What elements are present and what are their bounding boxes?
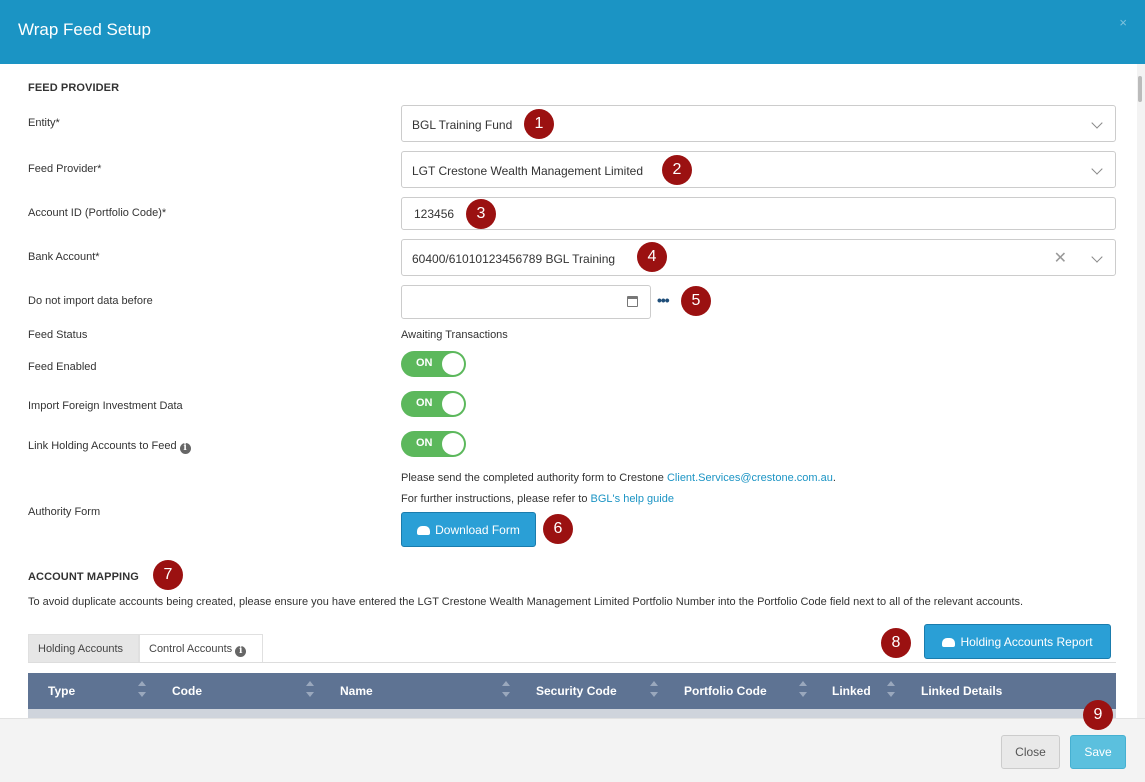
download-form-label: Download Form [435,522,520,537]
crestone-email-link[interactable]: Client.Services@crestone.com.au [667,472,833,484]
callout-4: 4 [637,242,667,272]
account-mapping-heading: ACCOUNT MAPPING [28,571,139,583]
info-icon[interactable]: i [235,646,247,657]
authority-text-1: Please send the completed authority form… [401,472,667,484]
sort-icon[interactable] [887,681,895,701]
authority-form-label: Authority Form [28,506,101,518]
info-icon[interactable]: i [179,443,191,454]
chevron-down-icon [1091,117,1103,129]
authority-instruction-2: For further instructions, please refer t… [401,493,674,505]
callout-1: 1 [524,109,554,139]
toggle-state: ON [416,357,433,369]
feed-provider-label: Feed Provider* [28,163,102,175]
tab-label: Holding Accounts [38,643,123,655]
account-id-label: Account ID (Portfolio Code)* [28,207,167,219]
account-mapping-description: To avoid duplicate accounts being create… [28,596,1024,608]
link-holding-label-text: Link Holding Accounts to Feed [28,440,177,452]
account-id-input[interactable] [401,197,1116,230]
tab-holding-accounts[interactable]: Holding Accounts [28,634,139,663]
close-button[interactable]: Close [1001,735,1060,769]
feed-provider-value: LGT Crestone Wealth Management Limited [412,164,644,178]
feed-provider-heading: FEED PROVIDER [28,82,120,94]
sort-icon[interactable] [306,681,314,701]
import-foreign-toggle[interactable]: ON [401,391,466,417]
sort-icon[interactable] [650,681,658,701]
column-linked[interactable]: Linked [832,684,871,698]
grid-filter-row [28,709,1116,718]
feed-provider-select[interactable]: LGT Crestone Wealth Management Limited [401,151,1116,188]
column-name[interactable]: Name [340,684,373,698]
authority-instruction-1: Please send the completed authority form… [401,472,836,484]
column-code[interactable]: Code [172,684,202,698]
calendar-icon[interactable] [627,296,638,307]
callout-9: 9 [1083,700,1113,730]
modal-footer: Close Save [0,718,1145,782]
authority-text-1-end: . [832,472,836,484]
column-type[interactable]: Type [48,684,75,698]
callout-8: 8 [881,628,911,658]
toggle-knob [442,433,464,455]
chevron-down-icon [1091,163,1103,175]
entity-value: BGL Training Fund [412,118,513,132]
entity-label: Entity* [28,117,60,129]
sort-icon[interactable] [138,681,146,701]
save-button[interactable]: Save [1070,735,1126,769]
scrollbar[interactable] [1137,64,1145,718]
more-options-button[interactable]: ••• [657,292,670,308]
callout-6: 6 [543,514,573,544]
scrollbar-thumb[interactable] [1138,76,1142,102]
toggle-knob [442,353,464,375]
feed-status-value: Awaiting Transactions [401,329,508,341]
entity-select[interactable]: BGL Training Fund [401,105,1116,142]
callout-7: 7 [153,560,183,590]
import-before-date-input[interactable] [401,285,651,319]
bank-account-value: 60400/61010123456789 BGL Training [412,252,616,266]
bank-account-select[interactable]: 60400/61010123456789 BGL Training ✕ [401,239,1116,276]
clear-icon[interactable]: ✕ [1054,248,1067,268]
bank-account-label: Bank Account* [28,251,100,263]
modal-header: Wrap Feed Setup × [0,0,1145,64]
cloud-download-icon [417,525,431,535]
link-holding-toggle[interactable]: ON [401,431,466,457]
callout-2: 2 [662,155,692,185]
feed-enabled-toggle[interactable]: ON [401,351,466,377]
tab-label: Control Accounts [149,643,233,655]
help-guide-link[interactable]: BGL's help guide [591,493,674,505]
authority-text-2: For further instructions, please refer t… [401,493,591,505]
feed-enabled-label: Feed Enabled [28,361,97,373]
holding-accounts-report-button[interactable]: Holding Accounts Report [924,624,1111,659]
cloud-download-icon [942,637,956,647]
download-form-button[interactable]: Download Form [401,512,536,547]
toggle-knob [442,393,464,415]
close-icon[interactable]: × [1119,15,1127,30]
modal-title: Wrap Feed Setup [18,20,151,39]
callout-5: 5 [681,286,711,316]
column-portfolio-code[interactable]: Portfolio Code [684,684,767,698]
column-security-code[interactable]: Security Code [536,684,617,698]
toggle-state: ON [416,397,433,409]
tabs-divider [28,662,1116,663]
column-linked-details[interactable]: Linked Details [921,684,1002,698]
tab-control-accounts[interactable]: Control Accounts i [139,634,263,663]
callout-3: 3 [466,199,496,229]
report-button-label: Holding Accounts Report [960,634,1093,649]
sort-icon[interactable] [502,681,510,701]
sort-icon[interactable] [799,681,807,701]
chevron-down-icon [1091,251,1103,263]
import-foreign-label: Import Foreign Investment Data [28,400,183,412]
import-before-label: Do not import data before [28,295,153,307]
link-holding-label: Link Holding Accounts to Feed i [28,440,191,454]
feed-status-label: Feed Status [28,329,88,341]
toggle-state: ON [416,437,433,449]
grid-header: Type Code Name Security Code Portfolio C… [28,673,1116,709]
